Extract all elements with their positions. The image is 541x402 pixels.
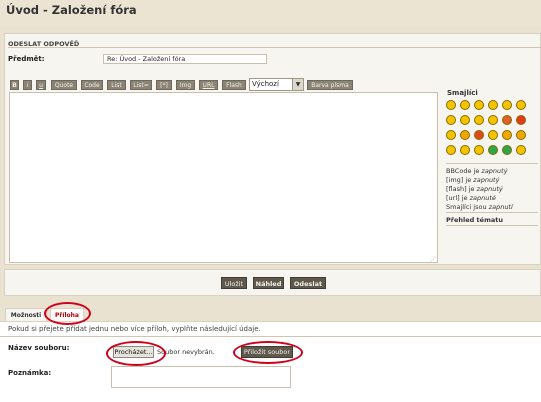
attachment-info: Pokud si přejete přidat jednu nebo více … [8,325,261,333]
url-status: [url] je zapnuté [446,194,496,202]
highlight-ring [44,302,91,325]
eek-smiley-icon[interactable] [474,145,484,155]
redface-smiley-icon[interactable] [502,115,512,125]
url-button[interactable]: URL [199,80,218,90]
comment-label: Poznámka: [8,369,52,377]
evil-smiley-icon[interactable] [516,115,526,125]
underline-button[interactable]: u [36,80,46,90]
bold-button[interactable]: B [10,80,19,90]
mad-smiley-icon[interactable] [460,130,470,140]
alien-smiley-icon[interactable] [488,145,498,155]
flash-status: [flash] je zapnutý [446,185,503,193]
sad-smiley-icon[interactable] [446,130,456,140]
list-item-button[interactable]: [*] [156,80,172,90]
highlight-ring [106,341,166,366]
divider [0,336,541,337]
subject-input[interactable]: Re: Úvod - Založení fóra [103,54,267,64]
list-button[interactable]: List [107,80,126,90]
confused-smiley-icon[interactable] [516,100,526,110]
cry-smiley-icon[interactable] [516,145,526,155]
chevron-down-icon[interactable]: ▼ [292,79,303,90]
subject-label: Předmět: [8,55,45,63]
img-status: [img] je zapnutý [446,176,500,184]
code-button[interactable]: Code [81,80,103,90]
filename-label: Název souboru: [8,344,70,352]
divider [446,225,538,226]
question-smiley-icon[interactable] [516,130,526,140]
divider [446,163,538,164]
smiley-grid [446,100,536,162]
font-color-button[interactable]: Barva písma [307,80,353,90]
smile-smiley-icon[interactable] [446,100,456,110]
highlight-ring [233,341,303,364]
twisted-smiley-icon[interactable] [474,130,484,140]
preview-button[interactable]: Náhled [253,277,284,289]
bbcode-status: BBCode je zapnutý [446,167,508,175]
rolleyes-smiley-icon[interactable] [474,115,484,125]
message-textarea[interactable] [9,92,438,263]
page-title: Úvod - Založení fóra [6,3,137,17]
razz-smiley-icon[interactable] [460,115,470,125]
grin-smiley-icon[interactable] [460,100,470,110]
cool-smiley-icon[interactable] [446,115,456,125]
italic-button[interactable]: i [23,80,32,90]
resize-grip-icon[interactable]: ⋰ [430,256,436,263]
smilies-status: Smajlíci jsou zapnutí [446,203,513,211]
wink-smiley-icon[interactable] [474,100,484,110]
biggrin-smiley-icon[interactable] [488,100,498,110]
quote-button[interactable]: Quote [51,80,77,90]
lol-smiley-icon[interactable] [488,130,498,140]
divider [446,212,538,213]
save-button[interactable]: Uložit [221,277,247,289]
image-button[interactable]: Img [176,80,195,90]
smilies-title: Smajlíci [447,89,478,97]
neutral-smiley-icon[interactable] [488,115,498,125]
submit-button[interactable]: Odeslat [290,277,326,289]
ordered-list-button[interactable]: List= [130,80,152,90]
tab-options[interactable]: Možnosti [5,308,47,322]
idea-smiley-icon[interactable] [446,145,456,155]
topic-review-link[interactable]: Přehled tématu [446,216,503,224]
file-comment-input[interactable] [111,366,291,388]
exclaim-smiley-icon[interactable] [502,130,512,140]
flash-button[interactable]: Flash [222,80,246,90]
arrow-smiley-icon[interactable] [460,145,470,155]
divider [8,47,541,48]
surprised-smiley-icon[interactable] [502,100,512,110]
green-smiley-icon[interactable] [502,145,512,155]
